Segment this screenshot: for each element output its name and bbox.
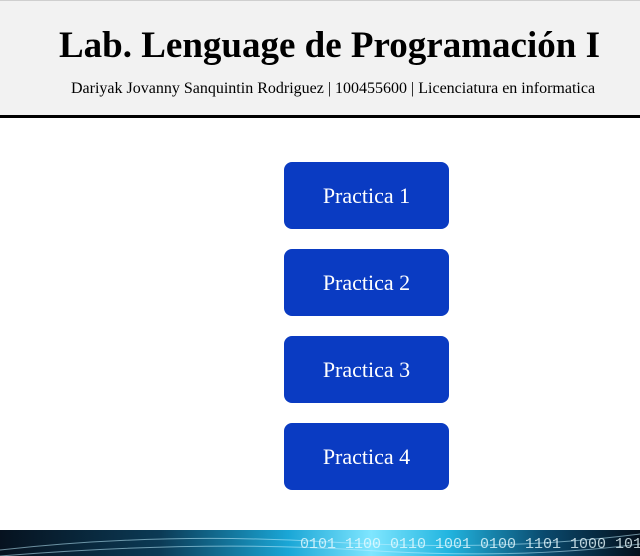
page-header: Lab. Lenguage de Programación I Dariyak … — [0, 0, 640, 118]
binary-code-image: 0101 1100 0110 1001 0100 1101 1000 1010 … — [0, 533, 640, 556]
practice-nav: Practica 1 Practica 2 Practica 3 Practic… — [284, 162, 449, 510]
page: Lab. Lenguage de Programación I Dariyak … — [0, 0, 640, 556]
practica-1-button[interactable]: Practica 1 — [284, 162, 449, 229]
practica-3-button[interactable]: Practica 3 — [284, 336, 449, 403]
practica-4-button[interactable]: Practica 4 — [284, 423, 449, 490]
page-subtitle: Dariyak Jovanny Sanquintin Rodriguez | 1… — [71, 80, 596, 97]
binary-code-banner: 0101 1100 0110 1001 0100 1101 1000 1010 … — [0, 530, 640, 556]
page-title: Lab. Lenguage de Programación I — [59, 25, 600, 66]
binary-text: 0101 1100 0110 1001 0100 1101 1000 1010 … — [300, 536, 640, 553]
practica-2-button[interactable]: Practica 2 — [284, 249, 449, 316]
